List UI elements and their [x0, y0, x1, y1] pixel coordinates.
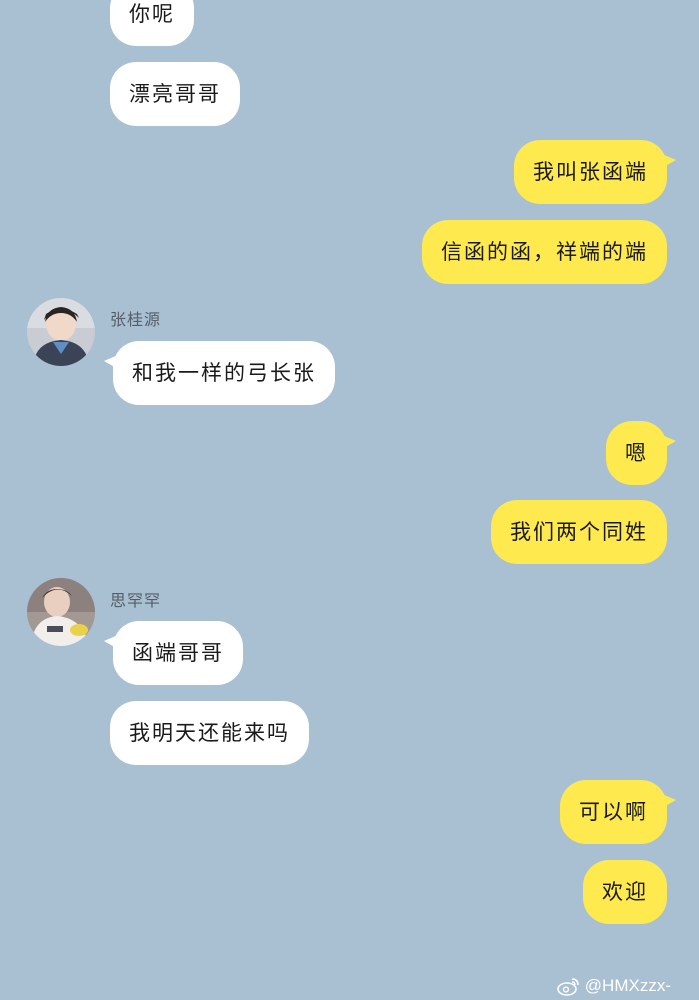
message-text: 信函的函，祥端的端: [441, 240, 648, 264]
sender-avatar[interactable]: [27, 298, 95, 366]
message-text: 可以啊: [579, 800, 648, 824]
message-text: 嗯: [625, 441, 648, 465]
outgoing-message: 我们两个同姓: [491, 500, 667, 564]
avatar-photo-icon: [27, 298, 95, 366]
incoming-message: 你呢: [110, 0, 194, 46]
watermark: @HMXzzx-: [556, 976, 671, 996]
message-text: 我明天还能来吗: [129, 721, 290, 745]
sender-name: 思罕罕: [110, 591, 162, 610]
incoming-message: 和我一样的弓长张: [104, 341, 335, 405]
incoming-message: 我明天还能来吗: [110, 701, 309, 765]
sender-name: 张桂源: [110, 310, 162, 329]
outgoing-message: 欢迎: [583, 860, 667, 924]
outgoing-message: 信函的函，祥端的端: [422, 220, 667, 284]
message-text: 我们两个同姓: [510, 520, 648, 544]
message-text: 欢迎: [602, 880, 648, 904]
message-text: 函端哥哥: [132, 641, 224, 665]
outgoing-message: 可以啊: [560, 780, 676, 844]
message-text: 漂亮哥哥: [129, 82, 221, 106]
incoming-message: 漂亮哥哥: [110, 62, 240, 126]
message-text: 你呢: [129, 2, 175, 26]
message-text: 我叫张函端: [533, 160, 648, 184]
message-text: 和我一样的弓长张: [132, 361, 316, 385]
incoming-message: 函端哥哥: [104, 621, 243, 685]
avatar-photo-icon: [27, 578, 95, 646]
watermark-handle: @HMXzzx-: [584, 976, 671, 995]
sender-avatar[interactable]: [27, 578, 95, 646]
outgoing-message: 我叫张函端: [514, 140, 676, 204]
outgoing-message: 嗯: [606, 421, 676, 485]
weibo-logo-icon: [556, 978, 579, 996]
